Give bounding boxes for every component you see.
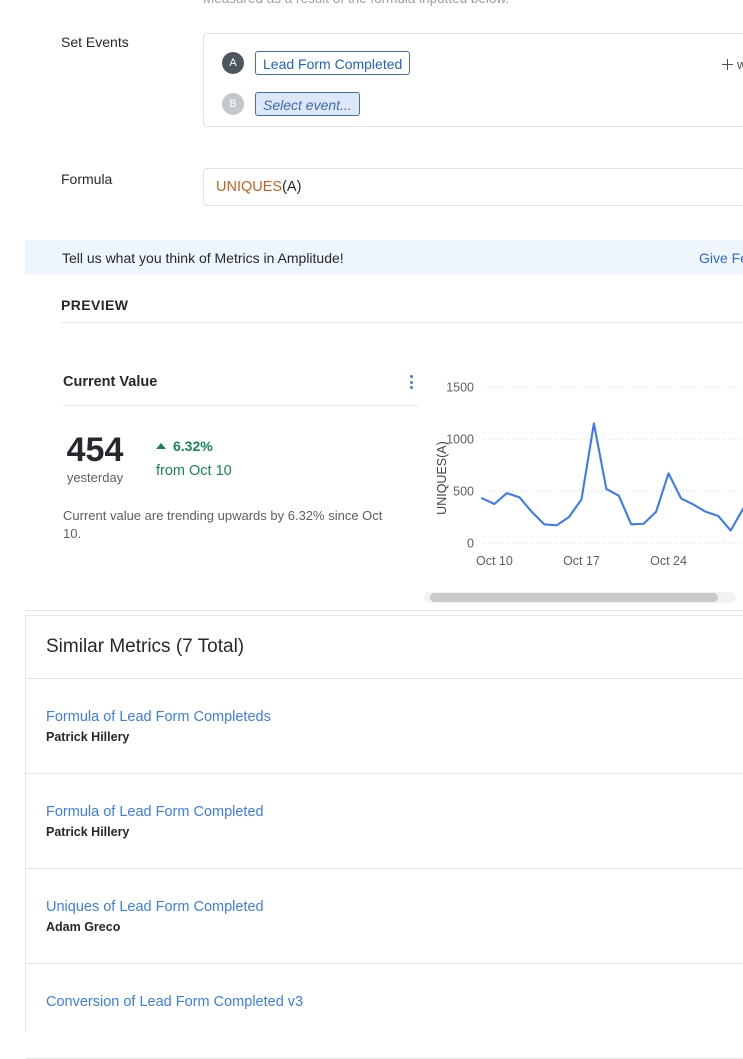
form-subtitle: Measured as a result of the formula inpu… <box>203 0 743 6</box>
chart-y-axis-title: UNIQUES(A) <box>435 441 449 515</box>
event-actions: where group by copy <box>722 57 743 72</box>
current-value-number: 454 <box>63 432 127 468</box>
similar-metrics-title: Similar Metrics (7 Total) <box>46 636 244 658</box>
similar-metrics-header: Similar Metrics (7 Total) <box>26 616 743 679</box>
chart-x-tick-labels: Oct 10Oct 17Oct 24Oc <box>476 554 743 568</box>
chart-gridlines <box>482 387 743 543</box>
arrow-up-icon <box>156 443 166 449</box>
chart-y-tick-labels: 0 500 1000 1500 <box>446 381 474 551</box>
formula-argument-token: (A) <box>282 179 301 195</box>
event-row[interactable]: A Lead Form Completed <box>222 51 410 75</box>
similar-metrics-section: Similar Metrics (7 Total) Formula of Lea… <box>25 615 743 1032</box>
delta-since-label: from Oct 10 <box>156 463 232 479</box>
y-tick-label: 1500 <box>446 381 474 395</box>
y-tick-label: 1000 <box>446 433 474 447</box>
list-item[interactable]: Formula of Lead Form Completed Patrick Hi… <box>26 774 743 869</box>
x-tick-label: Oct 10 <box>476 554 513 568</box>
current-value-card: Current Value 454 yesterday 6.32% from O… <box>63 373 418 543</box>
give-feedback-link[interactable]: Give Feed <box>699 250 743 266</box>
x-tick-label: Oct 24 <box>650 554 687 568</box>
scrollbar-thumb[interactable] <box>430 593 718 602</box>
event-badge-a: A <box>222 52 244 74</box>
preview-section: PREVIEW Current Value 454 yesterday 6.32… <box>25 275 743 611</box>
current-value-delta-block: 6.32% from Oct 10 <box>156 432 232 479</box>
add-where-label: where <box>737 57 743 72</box>
delta-row: 6.32% <box>156 438 232 454</box>
metric-trend-chart: 050010001500 Oct 10Oct 17Oct 24Oc UNIQUE… <box>430 373 743 588</box>
current-value-description: Current value are trending upwards by 6.… <box>63 507 393 543</box>
similar-metrics-list: Formula of Lead Form Completeds Patrick H… <box>26 679 743 1059</box>
feedback-message: Tell us what you think of Metrics in Amp… <box>62 250 344 266</box>
current-value-block: 454 yesterday <box>63 432 127 485</box>
list-item[interactable]: Formula of Lead Form Completeds Patrick H… <box>26 679 743 774</box>
formula-input[interactable]: UNIQUES(A) <box>203 168 743 206</box>
current-value-body: 454 yesterday 6.32% from Oct 10 <box>63 432 418 485</box>
delta-percent: 6.32% <box>173 438 213 454</box>
chart-svg: 050010001500 Oct 10Oct 17Oct 24Oc UNIQUE… <box>430 373 743 588</box>
plus-icon <box>722 59 733 70</box>
metric-link[interactable]: Uniques of Lead Form Completed <box>46 897 743 917</box>
x-tick-label: Oct 17 <box>563 554 600 568</box>
event-badge-b: B <box>222 93 244 115</box>
set-events-label: Set Events <box>61 34 129 50</box>
y-tick-label: 500 <box>453 485 474 499</box>
preview-divider <box>61 322 743 323</box>
event-row[interactable]: B Select event... <box>222 92 360 116</box>
metric-link[interactable]: Formula of Lead Form Completed <box>46 802 743 822</box>
current-value-caption: yesterday <box>63 470 127 485</box>
metric-owner: Patrick Hillery <box>46 730 743 744</box>
event-select-b[interactable]: Select event... <box>255 92 360 116</box>
current-value-card-header: Current Value <box>63 373 418 406</box>
event-select-a[interactable]: Lead Form Completed <box>255 51 410 75</box>
list-item[interactable]: Conversion of Lead Form Completed v3 <box>26 964 743 1059</box>
metric-owner: Adam Greco <box>46 920 743 934</box>
preview-heading: PREVIEW <box>61 297 128 313</box>
chart-horizontal-scrollbar[interactable] <box>424 592 736 603</box>
list-item[interactable]: Uniques of Lead Form Completed Adam Greco <box>26 869 743 964</box>
metric-link[interactable]: Formula of Lead Form Completeds <box>46 707 743 727</box>
metric-link[interactable]: Conversion of Lead Form Completed v3 <box>46 992 743 1012</box>
add-where-button[interactable]: where <box>722 57 743 72</box>
kebab-menu-icon[interactable] <box>404 374 418 390</box>
events-box: A Lead Form Completed B Select event... … <box>203 33 743 127</box>
formula-function-token: UNIQUES <box>216 179 282 195</box>
metric-definition-form: Measured as a result of the formula inpu… <box>0 0 743 236</box>
formula-label: Formula <box>61 171 112 187</box>
feedback-banner: Tell us what you think of Metrics in Amp… <box>25 240 743 275</box>
metric-owner: Patrick Hillery <box>46 825 743 839</box>
y-tick-label: 0 <box>467 537 474 551</box>
current-value-title: Current Value <box>63 374 157 390</box>
